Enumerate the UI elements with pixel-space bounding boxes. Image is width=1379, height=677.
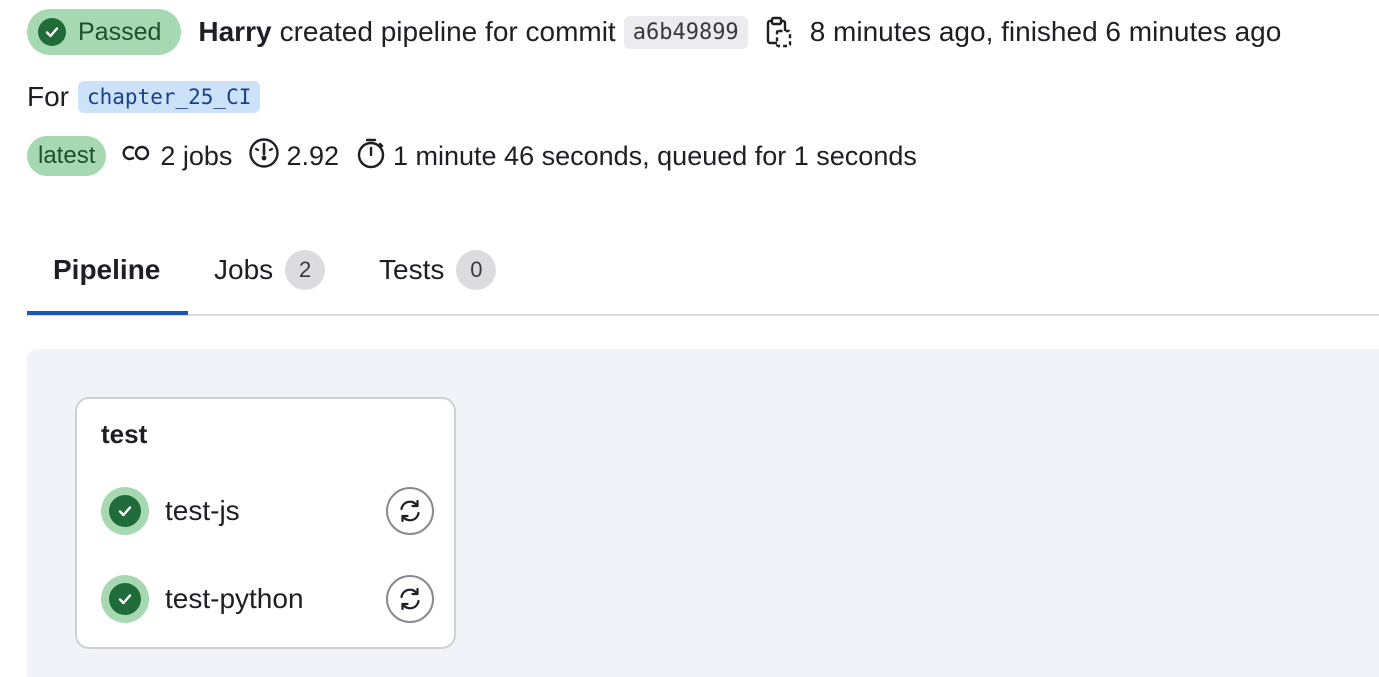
pipeline-header: Passed Harry created pipeline for commit… <box>27 9 1281 55</box>
jobs-count-badge: 2 <box>285 250 326 290</box>
active-tab-indicator <box>27 311 188 315</box>
stage-title: test <box>101 419 148 449</box>
job-name[interactable]: test-python <box>165 583 304 615</box>
retry-button[interactable] <box>386 487 434 535</box>
retry-icon <box>400 499 420 523</box>
gauge-icon <box>248 137 280 176</box>
branch-link[interactable]: chapter_25_CI <box>78 81 261 113</box>
duration-text: 1 minute 46 seconds, queued for 1 second… <box>393 140 917 171</box>
job-item[interactable]: test-python <box>101 575 434 623</box>
pipeline-description: created pipeline for commit <box>279 16 616 47</box>
author-name[interactable]: Harry <box>198 16 271 48</box>
compute-usage: 2.92 <box>248 137 339 176</box>
jobs-count: 2 jobs <box>122 141 232 172</box>
tab-pipeline[interactable]: Pipeline <box>53 226 160 314</box>
retry-button[interactable] <box>386 575 434 623</box>
job-status-passed <box>101 575 149 623</box>
commit-sha-link[interactable]: a6b49899 <box>623 15 748 49</box>
pipeline-meta: latest 2 jobs 2.92 1 minute 46 seconds, … <box>27 136 917 176</box>
tab-tests-label: Tests <box>379 254 445 285</box>
compute-usage-text: 2.92 <box>286 140 339 171</box>
job-status-passed <box>101 487 149 535</box>
job-name[interactable]: test-js <box>165 495 240 527</box>
check-circle-icon <box>109 495 141 527</box>
job-item[interactable]: test-js <box>101 487 434 535</box>
branch-line: For chapter_25_CI <box>27 79 261 115</box>
duration: 1 minute 46 seconds, queued for 1 second… <box>355 137 917 176</box>
check-circle-icon <box>38 18 66 46</box>
pipeline-icon <box>122 141 154 172</box>
tests-count-badge: 0 <box>456 250 497 290</box>
pipeline-time-info: 8 minutes ago, finished 6 minutes ago <box>809 16 1282 47</box>
status-badge[interactable]: Passed <box>27 9 182 55</box>
stage-card: test test-js test-python <box>75 397 456 649</box>
pipeline-graph: test test-js test-python <box>27 349 1379 677</box>
status-label: Passed <box>78 17 162 46</box>
for-label: For <box>27 81 69 112</box>
pipeline-tabs: Pipeline Jobs 2 Tests 0 <box>27 226 1379 316</box>
tab-pipeline-label: Pipeline <box>53 254 161 285</box>
tab-jobs[interactable]: Jobs 2 <box>214 226 326 314</box>
retry-icon <box>400 587 420 611</box>
copy-icon[interactable] <box>766 16 792 48</box>
tab-tests[interactable]: Tests 0 <box>379 226 497 314</box>
check-circle-icon <box>109 583 141 615</box>
jobs-count-text: 2 jobs <box>160 140 233 171</box>
stopwatch-icon <box>355 137 387 176</box>
tab-jobs-label: Jobs <box>214 254 274 285</box>
latest-badge: latest <box>27 136 107 176</box>
